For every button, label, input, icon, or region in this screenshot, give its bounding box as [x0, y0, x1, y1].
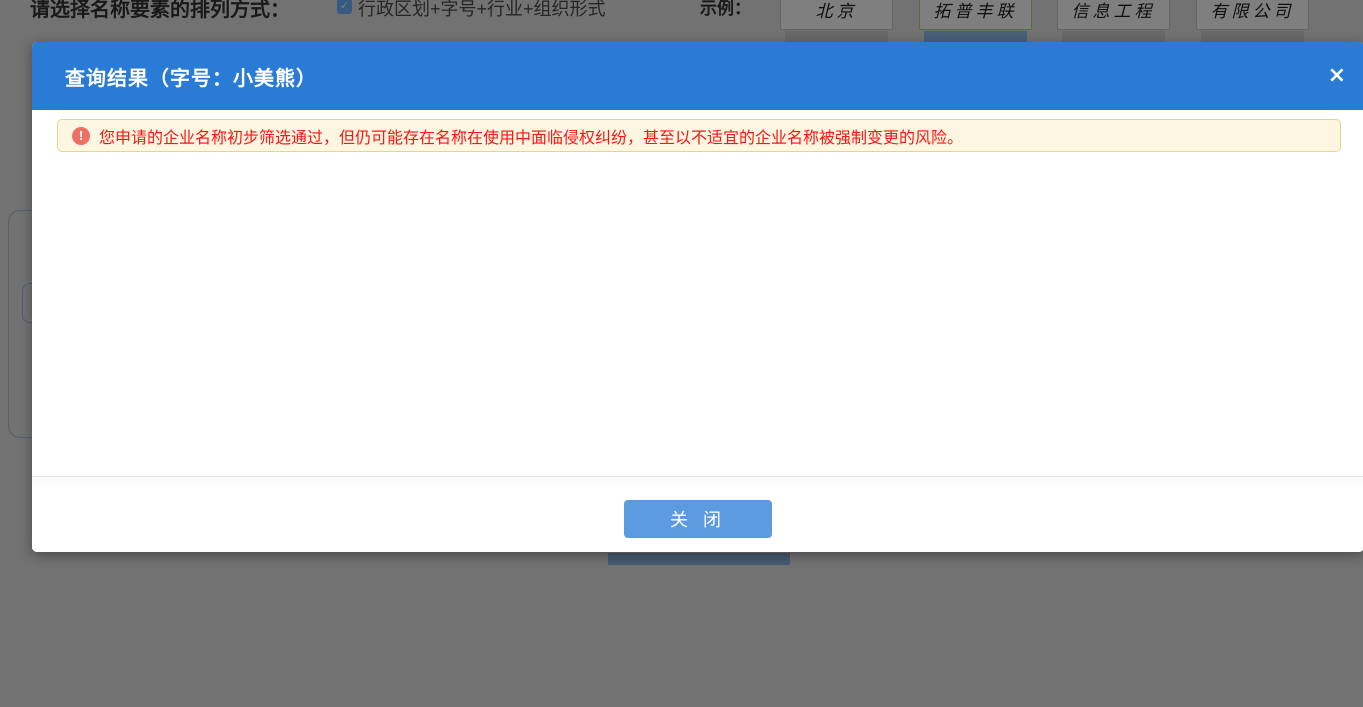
close-button[interactable]: 关 闭	[624, 500, 772, 538]
dialog-header: 查询结果（字号：小美熊） ×	[32, 42, 1363, 110]
warning-alert: ! 您申请的企业名称初步筛选通过，但仍可能存在名称在使用中面临侵权纠纷，甚至以不…	[57, 119, 1341, 152]
warning-alert-text: 您申请的企业名称初步筛选通过，但仍可能存在名称在使用中面临侵权纠纷，甚至以不适宜…	[99, 124, 963, 148]
close-icon[interactable]: ×	[1328, 65, 1346, 87]
dialog-title: 查询结果（字号：小美熊）	[32, 62, 317, 91]
exclamation-icon: !	[72, 127, 90, 145]
query-result-dialog: 查询结果（字号：小美熊） × ! 您申请的企业名称初步筛选通过，但仍可能存在名称…	[32, 42, 1363, 552]
dialog-body: ! 您申请的企业名称初步筛选通过，但仍可能存在名称在使用中面临侵权纠纷，甚至以不…	[32, 110, 1363, 476]
dialog-footer: 关 闭	[32, 476, 1363, 552]
